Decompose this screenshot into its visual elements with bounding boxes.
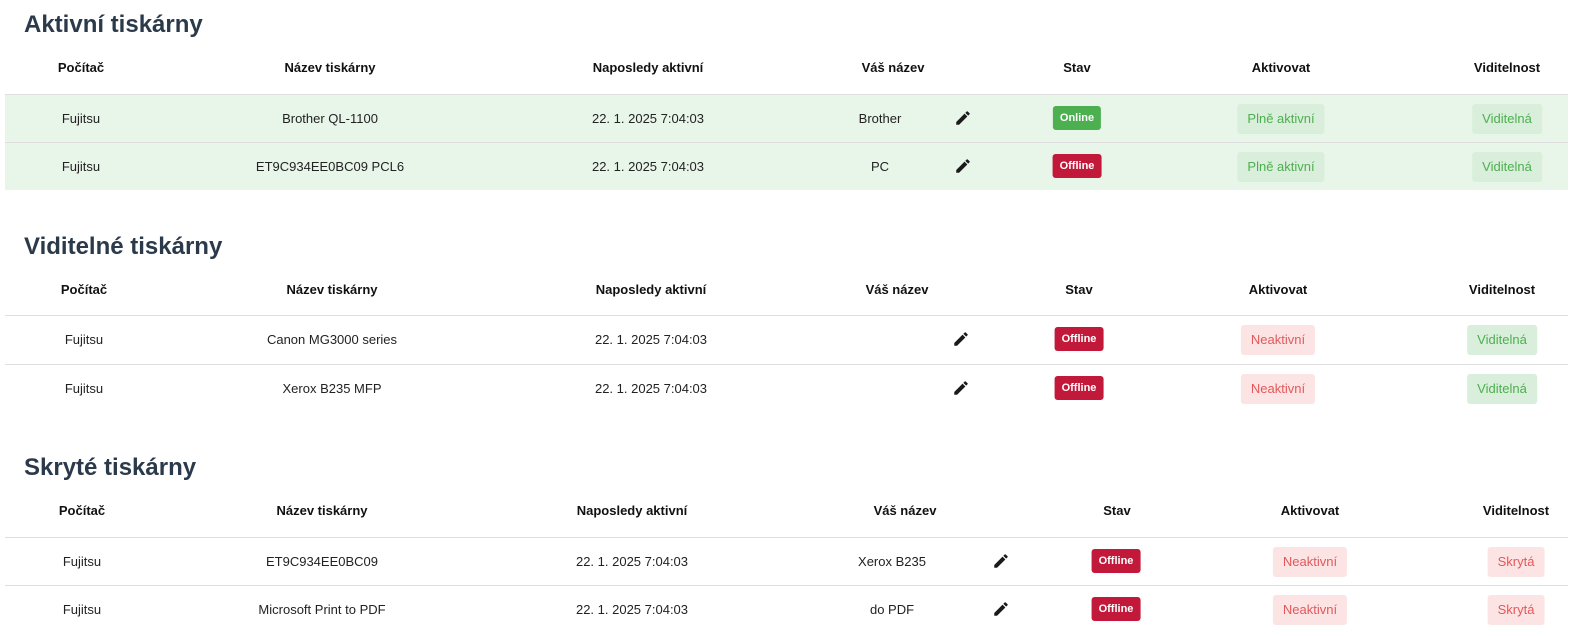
pencil-icon[interactable] [954, 109, 972, 127]
table-row: Fujitsu ET9C934EE0BC09 PCL6 22. 1. 2025 … [5, 142, 1568, 190]
status-badge: Offline [1054, 376, 1104, 400]
cell-your-name: Xerox B235 [858, 554, 926, 569]
cell-your-name: do PDF [869, 602, 915, 617]
visibility-button[interactable]: Viditelná [1472, 104, 1542, 134]
status-badge: Offline [1052, 154, 1102, 178]
cell-printer-name: Xerox B235 MFP [282, 381, 382, 396]
table-row: Fujitsu Brother QL-1100 22. 1. 2025 7:04… [5, 94, 1568, 142]
col-header-visibility: Viditelnost [1482, 503, 1550, 518]
col-header-status: Stav [1065, 282, 1093, 297]
cell-printer-name: Canon MG3000 series [266, 332, 398, 347]
section-title: Viditelné tiskárny [24, 233, 223, 260]
col-header-your-name: Váš název [865, 282, 929, 297]
col-header-activate: Aktivovat [1248, 282, 1308, 297]
cell-computer: Fujitsu [64, 332, 104, 347]
col-header-visibility: Viditelnost [1473, 60, 1541, 75]
status-badge: Online [1052, 106, 1102, 130]
table-row: Fujitsu ET9C934EE0BC09 22. 1. 2025 7:04:… [5, 537, 1568, 585]
col-header-status: Stav [1063, 60, 1091, 75]
col-header-activate: Aktivovat [1280, 503, 1340, 518]
cell-computer: Fujitsu [62, 554, 102, 569]
col-header-status: Stav [1103, 503, 1131, 518]
col-header-your-name: Váš název [873, 503, 937, 518]
status-badge: Offline [1091, 597, 1141, 621]
col-header-computer: Počítač [60, 282, 108, 297]
cell-printer-name: ET9C934EE0BC09 [265, 554, 379, 569]
section-title: Aktivní tiskárny [24, 11, 203, 38]
cell-your-name: PC [870, 159, 890, 174]
cell-last-active: 22. 1. 2025 7:04:03 [594, 332, 708, 347]
cell-last-active: 22. 1. 2025 7:04:03 [594, 381, 708, 396]
table-row: Fujitsu Microsoft Print to PDF 22. 1. 20… [5, 585, 1568, 633]
pencil-icon[interactable] [954, 157, 972, 175]
pencil-icon[interactable] [992, 600, 1010, 618]
section-title: Skryté tiskárny [24, 454, 197, 481]
status-badge: Offline [1091, 549, 1141, 573]
cell-computer: Fujitsu [61, 159, 101, 174]
cell-computer: Fujitsu [61, 111, 101, 126]
status-badge: Offline [1054, 327, 1104, 351]
cell-your-name: Brother [858, 111, 902, 126]
col-header-computer: Počítač [57, 60, 105, 75]
visibility-button[interactable]: Skrytá [1487, 595, 1545, 625]
pencil-icon[interactable] [992, 552, 1010, 570]
activate-button[interactable]: Neaktivní [1272, 595, 1348, 625]
col-header-last-active: Naposledy aktivní [592, 60, 704, 75]
visibility-button[interactable]: Viditelná [1472, 152, 1542, 182]
col-header-your-name: Váš název [861, 60, 925, 75]
cell-printer-name: Microsoft Print to PDF [258, 602, 386, 617]
cell-printer-name: ET9C934EE0BC09 PCL6 [255, 159, 405, 174]
activate-button[interactable]: Neaktivní [1240, 374, 1316, 404]
col-header-last-active: Naposledy aktivní [576, 503, 688, 518]
table-row: Fujitsu Canon MG3000 series 22. 1. 2025 … [5, 315, 1568, 363]
table-row: Fujitsu Xerox B235 MFP 22. 1. 2025 7:04:… [5, 364, 1568, 412]
col-header-visibility: Viditelnost [1468, 282, 1536, 297]
activate-button[interactable]: Plně aktivní [1237, 104, 1325, 134]
activate-button[interactable]: Plně aktivní [1237, 152, 1325, 182]
cell-last-active: 22. 1. 2025 7:04:03 [575, 554, 689, 569]
visibility-button[interactable]: Viditelná [1467, 374, 1537, 404]
visibility-button[interactable]: Skrytá [1487, 547, 1545, 577]
pencil-icon[interactable] [952, 379, 970, 397]
cell-computer: Fujitsu [62, 602, 102, 617]
activate-button[interactable]: Neaktivní [1272, 547, 1348, 577]
cell-printer-name: Brother QL-1100 [282, 111, 378, 126]
cell-last-active: 22. 1. 2025 7:04:03 [591, 111, 705, 126]
col-header-printer-name: Název tiskárny [284, 60, 376, 75]
col-header-printer-name: Název tiskárny [276, 503, 368, 518]
visibility-button[interactable]: Viditelná [1467, 325, 1537, 355]
cell-last-active: 22. 1. 2025 7:04:03 [575, 602, 689, 617]
col-header-last-active: Naposledy aktivní [595, 282, 707, 297]
activate-button[interactable]: Neaktivní [1240, 325, 1316, 355]
pencil-icon[interactable] [952, 330, 970, 348]
cell-last-active: 22. 1. 2025 7:04:03 [591, 159, 705, 174]
col-header-printer-name: Název tiskárny [286, 282, 378, 297]
cell-computer: Fujitsu [64, 381, 104, 396]
col-header-computer: Počítač [58, 503, 106, 518]
col-header-activate: Aktivovat [1251, 60, 1311, 75]
